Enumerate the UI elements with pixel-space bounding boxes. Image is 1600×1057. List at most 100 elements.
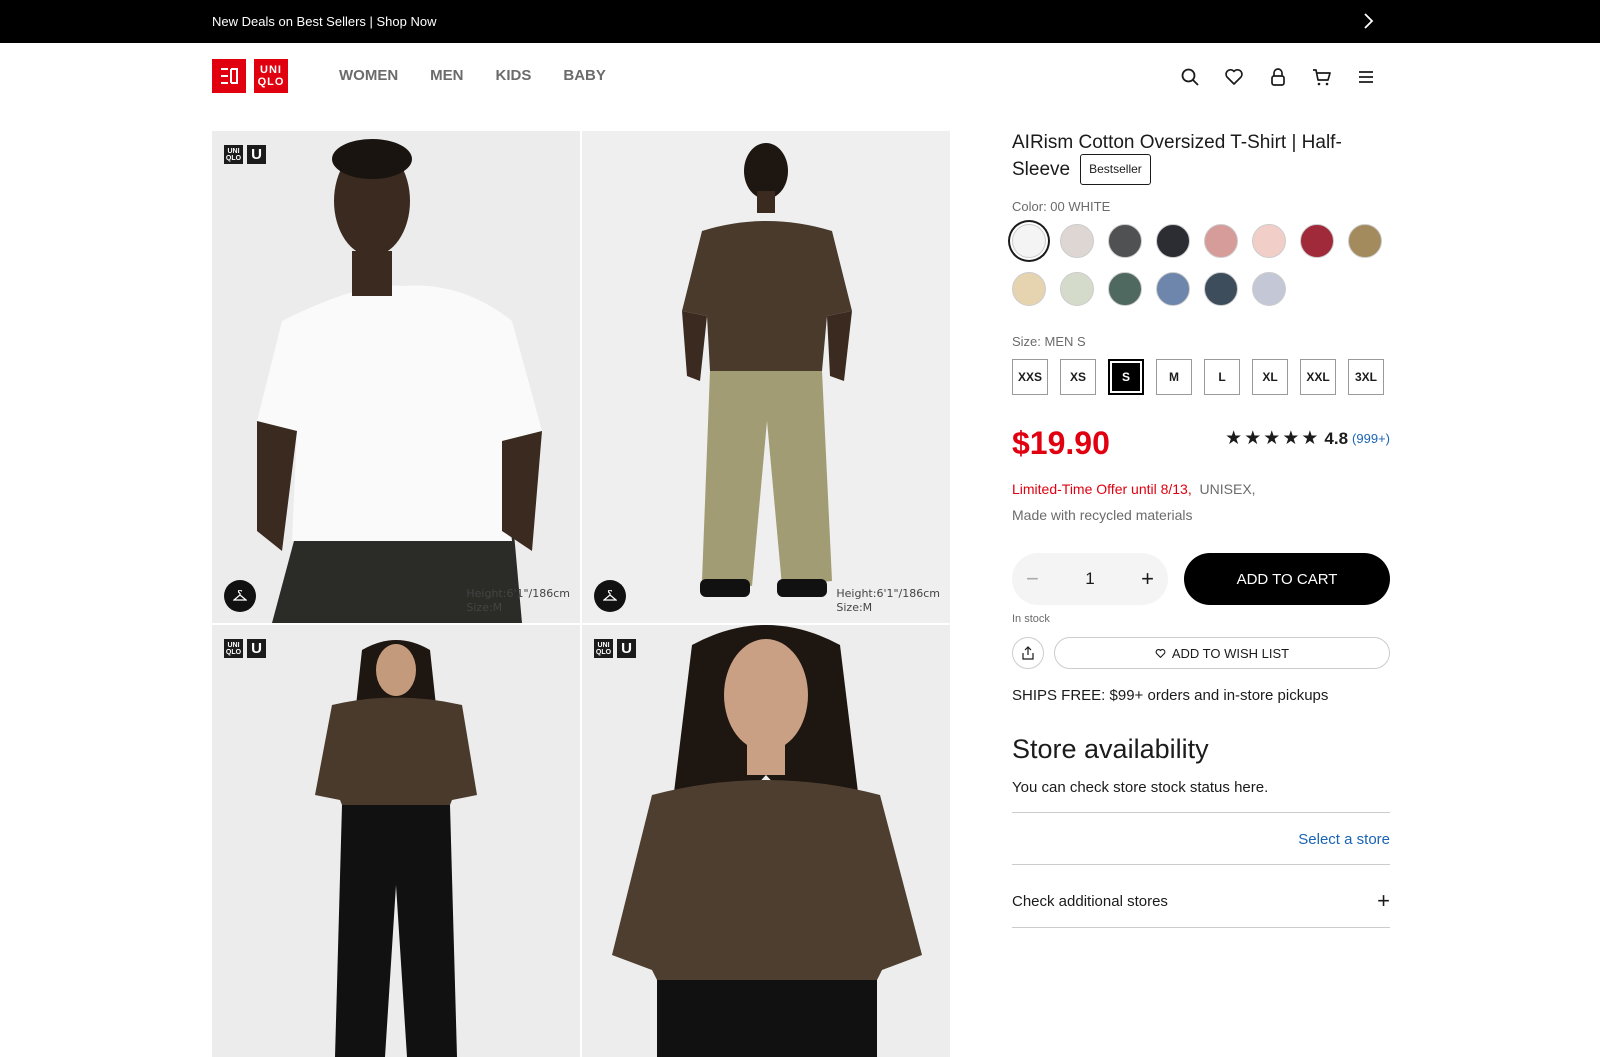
color-swatch[interactable] bbox=[1012, 224, 1046, 258]
menu-icon[interactable] bbox=[1356, 67, 1376, 87]
size-label: Size: MEN S bbox=[1012, 334, 1086, 349]
u-badge: U bbox=[247, 639, 266, 658]
add-to-wishlist-button[interactable]: ADD TO WISH LIST bbox=[1054, 637, 1390, 669]
rating[interactable]: ★ ★ ★ ★ ★ 4.8 (999+) bbox=[1225, 427, 1390, 450]
header-icons bbox=[1180, 67, 1376, 87]
product-details: AIRism Cotton Oversized T-Shirt | Half-S… bbox=[1012, 131, 1390, 928]
logo-block-latin: UNI QLO bbox=[254, 59, 288, 93]
uniqlo-logo[interactable]: UNI QLO bbox=[212, 59, 288, 93]
product-photo-3[interactable]: UNI QLO U bbox=[212, 625, 580, 1057]
color-swatch[interactable] bbox=[1204, 224, 1238, 258]
model-size: Size:M bbox=[836, 601, 873, 614]
uniqlo-badge: UNI QLO bbox=[224, 145, 243, 164]
size-option[interactable]: XL bbox=[1252, 359, 1288, 395]
logo-block-katakana bbox=[212, 59, 246, 93]
model-size: Size:M bbox=[466, 601, 503, 614]
product-photo-4[interactable]: UNI QLO U bbox=[582, 625, 950, 1057]
bestseller-badge: Bestseller bbox=[1080, 154, 1151, 185]
color-swatch[interactable] bbox=[1012, 272, 1046, 306]
color-swatch[interactable] bbox=[1300, 224, 1334, 258]
stock-status: In stock bbox=[1012, 613, 1050, 625]
divider bbox=[1012, 864, 1390, 865]
nav-men[interactable]: MEN bbox=[430, 67, 463, 84]
site-header: UNI QLO WOMEN MEN KIDS BABY bbox=[0, 43, 1600, 107]
size-option[interactable]: M bbox=[1156, 359, 1192, 395]
size-option[interactable]: S bbox=[1108, 359, 1144, 395]
model-info: Height:6'1"/186cm Size:M bbox=[836, 587, 940, 615]
quantity-decrease-button[interactable]: − bbox=[1026, 566, 1039, 592]
nav-kids[interactable]: KIDS bbox=[496, 67, 532, 84]
u-badge: U bbox=[617, 639, 636, 658]
logo-text-bottom: QLO bbox=[257, 76, 285, 88]
model-figure-woman-closeup bbox=[582, 625, 950, 1057]
star-icon: ★ bbox=[1225, 428, 1243, 449]
size-option[interactable]: L bbox=[1204, 359, 1240, 395]
size-option[interactable]: XXL bbox=[1300, 359, 1336, 395]
model-figure-woman-brown-tee bbox=[212, 625, 580, 1057]
add-to-cart-button[interactable]: ADD TO CART bbox=[1184, 553, 1390, 605]
promo-text[interactable]: New Deals on Best Sellers | Shop Now bbox=[212, 14, 436, 29]
color-swatch[interactable] bbox=[1060, 224, 1094, 258]
hanger-icon[interactable] bbox=[594, 580, 626, 612]
brand-badges: UNI QLO U bbox=[224, 145, 266, 164]
materials-note: Made with recycled materials bbox=[1012, 507, 1193, 523]
quantity-stepper: − 1 + bbox=[1012, 553, 1168, 605]
product-title: AIRism Cotton Oversized T-Shirt | Half-S… bbox=[1012, 131, 1390, 185]
share-icon bbox=[1022, 646, 1034, 660]
product-photo-2[interactable]: Height:6'1"/186cm Size:M bbox=[582, 131, 950, 623]
color-swatches bbox=[1012, 224, 1390, 306]
gender-tag: UNISEX, bbox=[1199, 481, 1256, 497]
nav-women[interactable]: WOMEN bbox=[339, 67, 398, 84]
color-swatch[interactable] bbox=[1156, 272, 1190, 306]
size-selector: XXS XS S M L XL XXL 3XL bbox=[1012, 359, 1390, 395]
search-icon[interactable] bbox=[1180, 67, 1200, 87]
model-figure-brown-tee-cargo bbox=[582, 131, 950, 623]
size-option[interactable]: XXS bbox=[1012, 359, 1048, 395]
star-icon: ★ bbox=[1282, 428, 1300, 449]
color-swatch[interactable] bbox=[1348, 224, 1382, 258]
wishlist-label: ADD TO WISH LIST bbox=[1171, 645, 1290, 661]
additional-stores-label: Check additional stores bbox=[1012, 892, 1168, 910]
heart-icon[interactable] bbox=[1224, 67, 1244, 87]
promo-bar[interactable]: New Deals on Best Sellers | Shop Now bbox=[0, 0, 1600, 43]
product-gallery: UNIQLO U Height:6'1"/186cm Size:M Heigh bbox=[212, 131, 950, 1057]
nav-baby[interactable]: BABY bbox=[563, 67, 606, 84]
quantity-increase-button[interactable]: + bbox=[1141, 566, 1154, 592]
cart-icon[interactable] bbox=[1312, 67, 1332, 87]
review-count[interactable]: (999+) bbox=[1352, 431, 1390, 446]
color-swatch[interactable] bbox=[1252, 272, 1286, 306]
price: $19.90 bbox=[1012, 425, 1110, 461]
color-swatch[interactable] bbox=[1252, 224, 1286, 258]
plus-icon[interactable]: + bbox=[1377, 890, 1390, 912]
star-icon: ★ bbox=[1244, 428, 1262, 449]
share-button[interactable] bbox=[1012, 637, 1044, 669]
rating-stars: ★ ★ ★ ★ ★ bbox=[1225, 427, 1320, 450]
model-height: Height:6'1"/186cm bbox=[836, 587, 940, 600]
select-store-link[interactable]: Select a store bbox=[1012, 831, 1390, 848]
star-icon: ★ bbox=[1263, 428, 1281, 449]
u-badge: U bbox=[247, 145, 266, 164]
store-availability-heading: Store availability bbox=[1012, 734, 1209, 764]
size-option[interactable]: 3XL bbox=[1348, 359, 1384, 395]
offer-line: Limited-Time Offer until 8/13, UNISEX, bbox=[1012, 481, 1390, 497]
divider bbox=[1012, 812, 1390, 813]
color-swatch[interactable] bbox=[1108, 272, 1142, 306]
size-option[interactable]: XS bbox=[1060, 359, 1096, 395]
price-row: $19.90 ★ ★ ★ ★ ★ 4.8 (999+) bbox=[1012, 425, 1390, 475]
color-swatch[interactable] bbox=[1204, 272, 1238, 306]
check-additional-stores[interactable]: Check additional stores + bbox=[1012, 890, 1390, 912]
product-name: AIRism Cotton Oversized T-Shirt | Half-S… bbox=[1012, 132, 1342, 180]
limited-offer: Limited-Time Offer until 8/13, bbox=[1012, 481, 1192, 497]
hanger-icon[interactable] bbox=[224, 580, 256, 612]
brand-badges: UNI QLO U bbox=[594, 639, 636, 658]
star-icon: ★ bbox=[1301, 428, 1319, 449]
shipping-info: SHIPS FREE: $99+ orders and in-store pic… bbox=[1012, 687, 1329, 704]
color-swatch[interactable] bbox=[1156, 224, 1190, 258]
user-icon[interactable] bbox=[1268, 67, 1288, 87]
color-swatch[interactable] bbox=[1108, 224, 1142, 258]
chevron-right-icon[interactable] bbox=[1358, 11, 1378, 31]
quantity-value[interactable]: 1 bbox=[1085, 569, 1094, 589]
color-swatch[interactable] bbox=[1060, 272, 1094, 306]
model-figure-white-tee bbox=[212, 131, 580, 623]
product-photo-1[interactable]: UNI QLO U Height:6'1"/186cm Size:M bbox=[212, 131, 580, 623]
